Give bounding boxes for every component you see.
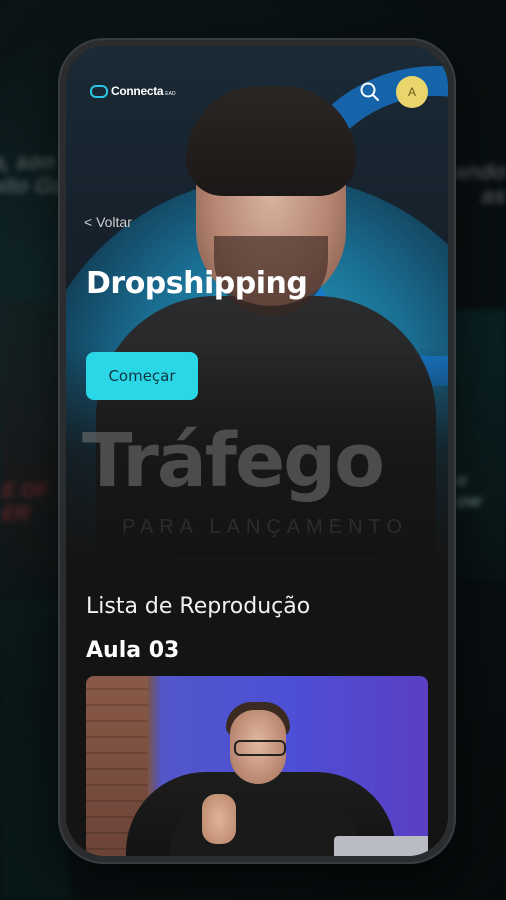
user-avatar[interactable]: A: [396, 76, 428, 108]
connecta-logo-icon: [90, 84, 108, 98]
course-title: Dropshipping: [86, 266, 308, 301]
phone-frame: Tráfego PARA LANÇAMENTO Connecta EAD A <…: [58, 38, 456, 864]
search-button[interactable]: [358, 80, 382, 104]
hero-watermark-sub: PARA LANÇAMENTO: [122, 516, 408, 538]
brand-logo[interactable]: Connecta EAD: [90, 84, 176, 98]
brand-name: Connecta: [111, 84, 164, 98]
lesson-title: Aula 03: [86, 638, 180, 663]
hero-watermark: Tráfego: [82, 418, 385, 504]
top-bar: Connecta EAD A: [66, 76, 448, 112]
thumbnail-presenter-glasses: [234, 740, 286, 756]
bg-overlay-left: E OF ER: [2, 480, 49, 525]
thumbnail-presenter-body: [170, 792, 360, 856]
thumbnail-presenter-hand: [202, 794, 236, 844]
thumbnail-laptop: [334, 836, 428, 856]
back-link[interactable]: < Voltar: [84, 214, 132, 230]
bg-panel-right: o ow: [450, 310, 506, 580]
search-icon: [360, 82, 379, 101]
bg-overlay-right: o ow: [456, 470, 481, 511]
bg-text-right: ando as: [453, 159, 506, 208]
lesson-thumbnail[interactable]: [86, 676, 428, 856]
app-screen: Tráfego PARA LANÇAMENTO Connecta EAD A <…: [66, 46, 448, 856]
start-button[interactable]: Começar: [86, 352, 198, 400]
bg-panel-left: E OF ER: [0, 300, 64, 600]
brand-suffix: EAD: [165, 90, 176, 97]
playlist-heading: Lista de Reprodução: [86, 594, 311, 619]
hero-banner: Tráfego PARA LANÇAMENTO: [66, 46, 448, 566]
